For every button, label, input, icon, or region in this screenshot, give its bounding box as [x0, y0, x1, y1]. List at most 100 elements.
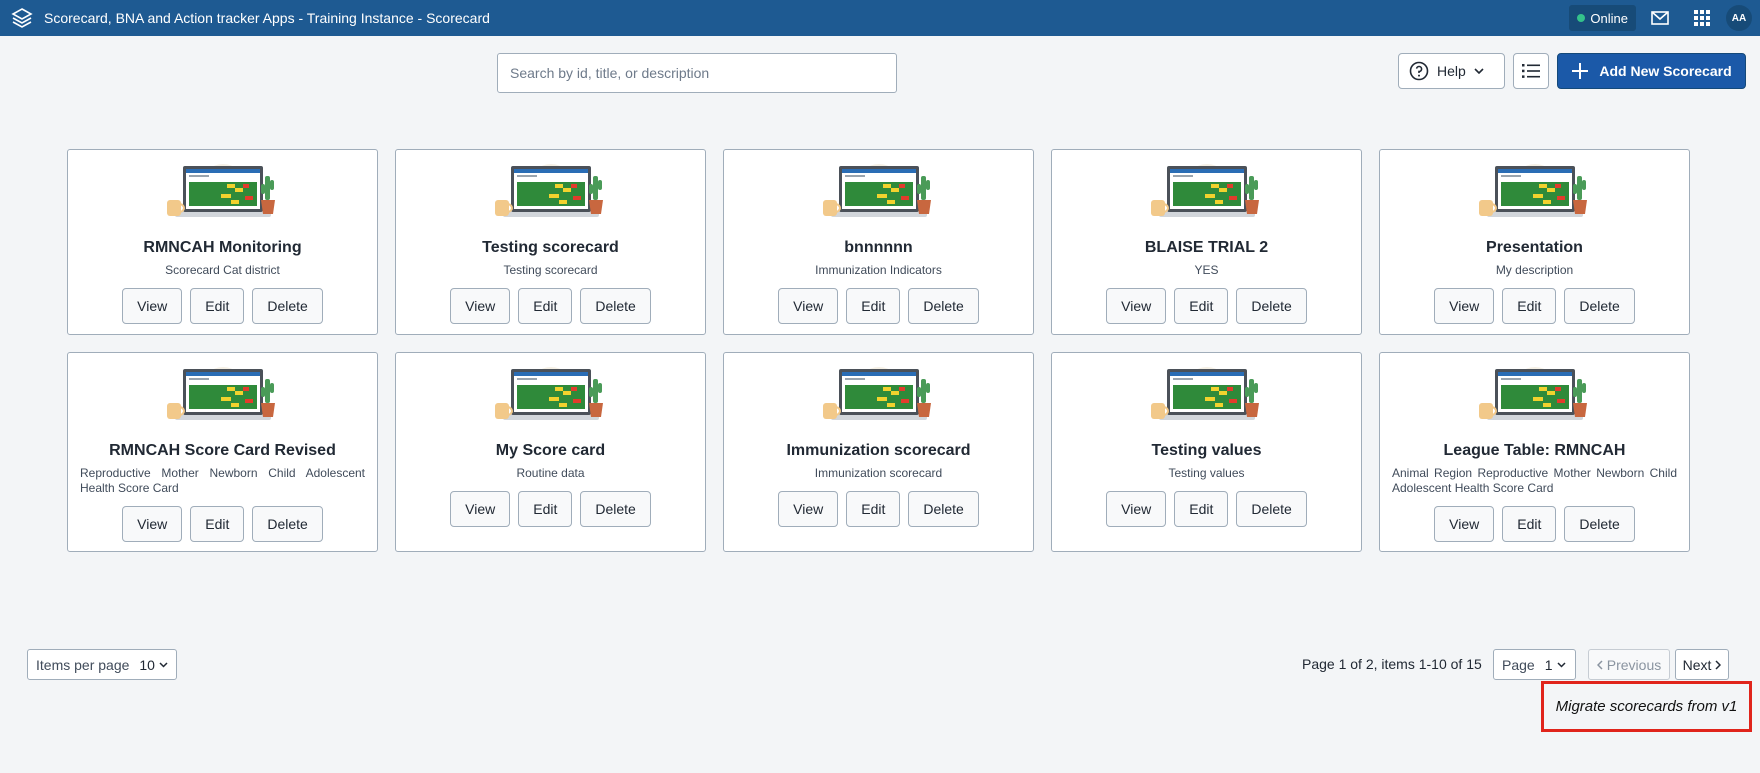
previous-page-button[interactable]: Previous	[1588, 649, 1670, 680]
scorecard-thumbnail-icon	[494, 164, 603, 217]
view-button[interactable]: View	[122, 288, 183, 324]
migrate-scorecards-link[interactable]: Migrate scorecards from v1	[1541, 681, 1752, 732]
add-new-scorecard-button[interactable]: Add New Scorecard	[1557, 53, 1746, 89]
scorecard-actions: View Edit Delete	[122, 288, 323, 324]
online-dot-icon	[1577, 14, 1586, 22]
view-button[interactable]: View	[450, 491, 511, 527]
scorecard-description: Scorecard Cat district	[165, 263, 280, 277]
view-button[interactable]: View	[450, 288, 511, 324]
edit-button[interactable]: Edit	[190, 506, 245, 542]
add-new-scorecard-label: Add New Scorecard	[1599, 63, 1732, 79]
scorecard-title: Testing values	[1151, 442, 1262, 459]
next-label: Next	[1682, 656, 1712, 673]
scorecard-actions: View Edit Delete	[778, 288, 979, 324]
delete-button[interactable]: Delete	[1236, 491, 1307, 527]
view-button[interactable]: View	[1106, 288, 1167, 324]
scorecard-description: Testing scorecard	[503, 263, 598, 277]
chevron-down-icon	[159, 661, 168, 668]
view-button[interactable]: View	[778, 288, 839, 324]
scorecard-card: Immunization scorecard Immunization scor…	[723, 352, 1034, 552]
delete-button[interactable]: Delete	[908, 491, 979, 527]
scorecard-description: YES	[1194, 263, 1219, 277]
scorecard-card: RMNCAH Score Card Revised Reproductive M…	[67, 352, 378, 552]
app-title: Scorecard, BNA and Action tracker Apps -…	[44, 10, 490, 26]
edit-button[interactable]: Edit	[1174, 491, 1229, 527]
scorecard-actions: View Edit Delete	[1106, 288, 1307, 324]
scorecard-description: Routine data	[516, 466, 585, 480]
edit-button[interactable]: Edit	[518, 491, 573, 527]
chevron-down-icon	[1474, 68, 1484, 74]
help-button[interactable]: Help	[1398, 53, 1505, 89]
app-logo-icon[interactable]	[0, 0, 44, 36]
edit-button[interactable]: Edit	[1502, 506, 1557, 542]
chevron-left-icon	[1596, 659, 1603, 670]
delete-button[interactable]: Delete	[908, 288, 979, 324]
view-button[interactable]: View	[1434, 506, 1495, 542]
edit-button[interactable]: Edit	[1502, 288, 1557, 324]
edit-button[interactable]: Edit	[846, 288, 901, 324]
edit-button[interactable]: Edit	[1174, 288, 1229, 324]
view-button[interactable]: View	[1434, 288, 1495, 324]
mail-icon[interactable]	[1642, 4, 1678, 32]
page-summary: Page 1 of 2, items 1-10 of 15	[1302, 656, 1482, 672]
view-button[interactable]: View	[122, 506, 183, 542]
scorecard-description: Immunization scorecard	[814, 466, 943, 480]
scorecard-title: BLAISE TRIAL 2	[1144, 239, 1269, 256]
delete-button[interactable]: Delete	[252, 288, 323, 324]
next-page-button[interactable]: Next	[1675, 649, 1729, 680]
scorecard-description: Immunization Indicators	[815, 263, 942, 277]
apps-grid-icon[interactable]	[1684, 4, 1720, 32]
edit-button[interactable]: Edit	[518, 288, 573, 324]
scorecard-thumbnail-icon	[822, 367, 931, 420]
scorecard-card: My Score card Routine data View Edit Del…	[395, 352, 706, 552]
scorecard-card: League Table: RMNCAH Animal Region Repro…	[1379, 352, 1690, 552]
previous-label: Previous	[1606, 656, 1662, 673]
scorecard-description: Testing values	[1168, 466, 1245, 480]
scorecard-title: RMNCAH Monitoring	[143, 239, 302, 256]
search-input[interactable]	[497, 53, 897, 93]
scorecard-card: RMNCAH Monitoring Scorecard Cat district…	[67, 149, 378, 335]
scorecard-actions: View Edit Delete	[450, 491, 651, 527]
scorecard-thumbnail-icon	[1150, 367, 1259, 420]
scorecard-thumbnail-icon	[822, 164, 931, 217]
list-icon	[1522, 64, 1540, 78]
help-circle-icon	[1409, 61, 1429, 81]
scorecard-thumbnail-icon	[166, 164, 275, 217]
items-per-page-value: 10	[139, 656, 155, 673]
scorecard-actions: View Edit Delete	[1106, 491, 1307, 527]
scorecard-card: bnnnnnn Immunization Indicators View Edi…	[723, 149, 1034, 335]
chevron-right-icon	[1715, 659, 1722, 670]
scorecard-title: My Score card	[495, 442, 606, 459]
scorecard-description: Animal Region Reproductive Mother Newbor…	[1392, 466, 1677, 495]
delete-button[interactable]: Delete	[580, 288, 651, 324]
scorecard-thumbnail-icon	[1150, 164, 1259, 217]
scorecard-thumbnail-icon	[1478, 367, 1587, 420]
chevron-down-icon	[1556, 661, 1566, 668]
edit-button[interactable]: Edit	[846, 491, 901, 527]
scorecard-title: bnnnnnn	[844, 239, 913, 256]
items-per-page-select[interactable]: Items per page 10	[27, 649, 177, 680]
list-view-button[interactable]	[1513, 53, 1549, 89]
user-avatar[interactable]: AA	[1726, 5, 1752, 31]
view-button[interactable]: View	[778, 491, 839, 527]
delete-button[interactable]: Delete	[1564, 288, 1635, 324]
delete-button[interactable]: Delete	[252, 506, 323, 542]
delete-button[interactable]: Delete	[1564, 506, 1635, 542]
plus-icon	[1572, 63, 1589, 79]
scorecard-actions: View Edit Delete	[450, 288, 651, 324]
edit-button[interactable]: Edit	[190, 288, 245, 324]
scorecard-title: RMNCAH Score Card Revised	[109, 442, 336, 459]
scorecard-actions: View Edit Delete	[122, 506, 323, 542]
view-button[interactable]: View	[1106, 491, 1167, 527]
help-label: Help	[1437, 63, 1466, 79]
items-per-page-label: Items per page	[36, 656, 130, 673]
scorecard-description: Reproductive Mother Newborn Child Adoles…	[80, 466, 365, 495]
scorecard-card: Testing scorecard Testing scorecard View…	[395, 149, 706, 335]
page-label: Page	[1502, 656, 1535, 673]
page-select[interactable]: Page 1	[1493, 649, 1576, 680]
delete-button[interactable]: Delete	[580, 491, 651, 527]
delete-button[interactable]: Delete	[1236, 288, 1307, 324]
scorecard-thumbnail-icon	[1478, 164, 1587, 217]
scorecard-actions: View Edit Delete	[778, 491, 979, 527]
scorecard-actions: View Edit Delete	[1434, 288, 1635, 324]
